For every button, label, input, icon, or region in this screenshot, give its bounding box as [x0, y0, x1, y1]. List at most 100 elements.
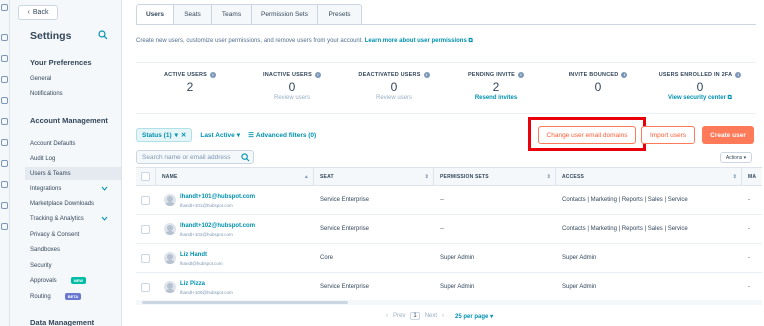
column-more[interactable]: MA	[742, 168, 762, 186]
sales-icon[interactable]	[1, 97, 8, 104]
table-row[interactable]: Liz Pizza lhandt+100@hubspot.com Service…	[136, 273, 762, 302]
chevron-down-icon: ▾	[174, 132, 178, 139]
user-name-link[interactable]: Liz Pizza	[180, 281, 205, 287]
sidebar-item-label: Notifications	[30, 90, 63, 97]
highlight-annotation	[528, 117, 646, 151]
sidebar-item-marketplace-downloads[interactable]: Marketplace Downloads	[30, 197, 121, 210]
intro-description: Create new users, customize user permiss…	[136, 38, 364, 44]
select-all-checkbox[interactable]	[141, 172, 150, 181]
sidebar-item-label: Audit Log	[30, 155, 56, 162]
section-your-preferences: Your Preferences	[30, 58, 92, 67]
user-name-link[interactable]: lhandt+101@hubspot.com	[180, 194, 255, 200]
last-active-filter[interactable]: Last Active ▾	[200, 131, 240, 140]
stat-deactivated-users: DEACTIVATED USERS i 0 Review users	[344, 72, 444, 101]
sidebar-item-account-defaults[interactable]: Account Defaults	[30, 137, 121, 150]
data-management-icon[interactable]	[1, 181, 8, 188]
learn-more-link-label: Learn more about user permissions	[364, 38, 467, 44]
hubspot-logo-icon[interactable]	[1, 4, 8, 11]
table-row[interactable]: lhandt+101@hubspot.com lhandt+101@hubspo…	[136, 186, 762, 215]
column-seat[interactable]: SEAT ⇕	[314, 168, 434, 186]
learn-more-link[interactable]: Learn more about user permissions ⧉	[365, 38, 473, 44]
info-icon[interactable]: i	[735, 72, 742, 78]
automation-icon[interactable]	[1, 139, 8, 146]
create-user-button[interactable]: Create user	[702, 126, 754, 144]
chevron-left-icon[interactable]: ‹	[386, 313, 388, 319]
user-name-link[interactable]: Liz Handt	[180, 252, 207, 258]
close-icon[interactable]: ✕	[181, 131, 186, 139]
sidebar-item-users-teams[interactable]: Users & Teams	[25, 167, 121, 180]
info-icon[interactable]: i	[210, 72, 217, 78]
import-users-button[interactable]: Import users	[641, 126, 695, 144]
row-checkbox[interactable]	[141, 196, 150, 205]
tab-seats[interactable]: Seats	[174, 4, 212, 25]
column-access[interactable]: ACCESS ⇕	[556, 168, 742, 186]
table-row[interactable]: Liz Handt lhandt@hubspot.com Core Super …	[136, 244, 762, 273]
sidebar-item-label: Account Defaults	[30, 140, 76, 147]
select-all-column	[136, 168, 156, 186]
view-security-center-link[interactable]: View security center ⧉	[650, 95, 750, 102]
sidebar-item-security[interactable]: Security	[30, 259, 121, 272]
sidebar-item-notifications[interactable]: Notifications	[30, 87, 121, 100]
new-badge: NEW	[70, 277, 87, 284]
row-checkbox[interactable]	[141, 254, 150, 263]
seat-cell: Core	[320, 255, 334, 261]
sort-icon: ⇕	[732, 174, 737, 180]
search-input[interactable]: Search name or email address	[136, 150, 254, 164]
contacts-icon[interactable]	[1, 34, 8, 41]
sidebar-item-general[interactable]: General	[30, 72, 121, 85]
sidebar-item-sandboxes[interactable]: Sandboxes	[30, 243, 121, 256]
info-icon[interactable]: i	[423, 72, 430, 78]
user-name-link[interactable]: lhandt+102@hubspot.com	[180, 223, 255, 229]
review-users-link: Review users	[375, 95, 412, 101]
info-icon[interactable]: i	[314, 72, 321, 78]
tab-teams[interactable]: Teams	[212, 4, 252, 25]
prev-page-button[interactable]: Prev	[393, 313, 405, 319]
status-filter[interactable]: Status (1) ▾ ✕	[136, 128, 193, 142]
column-permission-sets[interactable]: PERMISSION SETS ⇕	[434, 168, 556, 186]
search-icon[interactable]	[98, 30, 108, 40]
sidebar-item-audit-log[interactable]: Audit Log	[30, 152, 121, 165]
stat-label: PENDING INVITE	[467, 72, 516, 78]
back-button[interactable]: ‹ Back	[18, 5, 58, 20]
advanced-filters-button[interactable]: ☰ Advanced filters (0)	[248, 131, 316, 140]
user-stats: ACTIVE USERS i 2 INACTIVE USERS i 0 Review…	[136, 62, 756, 114]
service-icon[interactable]	[1, 118, 8, 125]
sidebar-item-privacy-consent[interactable]: Privacy & Consent	[30, 228, 121, 241]
column-name[interactable]: NAME ▲	[156, 168, 314, 186]
next-page-button[interactable]: Next	[425, 313, 437, 319]
table-header: NAME ▲ SEAT ⇕ PERMISSION SETS ⇕ ACCESS ⇕ MA	[136, 168, 762, 186]
sidebar-item-tracking-analytics[interactable]: Tracking & Analytics	[30, 212, 121, 225]
reporting-icon[interactable]	[1, 160, 8, 167]
tab-users[interactable]: Users	[136, 4, 174, 25]
info-icon[interactable]: i	[518, 72, 525, 78]
library-icon[interactable]	[1, 202, 8, 209]
tab-permission-sets[interactable]: Permission Sets	[252, 4, 318, 25]
back-button-label: Back	[32, 9, 49, 16]
current-page[interactable]: 1	[410, 312, 420, 320]
table-horizontal-scrollbar[interactable]	[136, 300, 762, 305]
actions-dropdown[interactable]: Actions ▾	[720, 152, 752, 163]
row-checkbox[interactable]	[141, 225, 150, 234]
table-row[interactable]: lhandt+102@hubspot.com lhandt+102@hubspo…	[136, 215, 762, 244]
sort-icon: ▲	[303, 174, 309, 180]
sidebar-item-integrations[interactable]: Integrations	[30, 182, 121, 195]
marketing-icon[interactable]	[1, 76, 8, 83]
resend-invites-link[interactable]: Resend invites	[446, 95, 546, 101]
sidebar-item-routing[interactable]: Routing BETA	[30, 290, 121, 303]
stat-value: 0	[288, 80, 296, 94]
stat-label: USERS ENROLLED IN 2FA	[658, 72, 733, 78]
apps-icon[interactable]	[1, 223, 8, 230]
info-icon[interactable]: i	[621, 72, 628, 78]
sidebar-item-approvals[interactable]: Approvals NEW	[30, 274, 121, 287]
row-checkbox[interactable]	[141, 283, 150, 292]
chevron-right-icon[interactable]: ›	[442, 313, 444, 319]
external-link-icon: ⧉	[468, 38, 473, 44]
tab-presets[interactable]: Presets	[318, 4, 362, 25]
scrollbar-thumb[interactable]	[142, 301, 348, 304]
user-email: lhandt+101@hubspot.com	[180, 203, 233, 208]
user-email: lhandt@hubspot.com	[180, 261, 223, 266]
more-cell: -	[748, 255, 750, 261]
settings-title: Settings	[30, 30, 72, 42]
per-page-select[interactable]: 25 per page ▾	[455, 313, 493, 320]
conversations-icon[interactable]	[1, 55, 8, 62]
